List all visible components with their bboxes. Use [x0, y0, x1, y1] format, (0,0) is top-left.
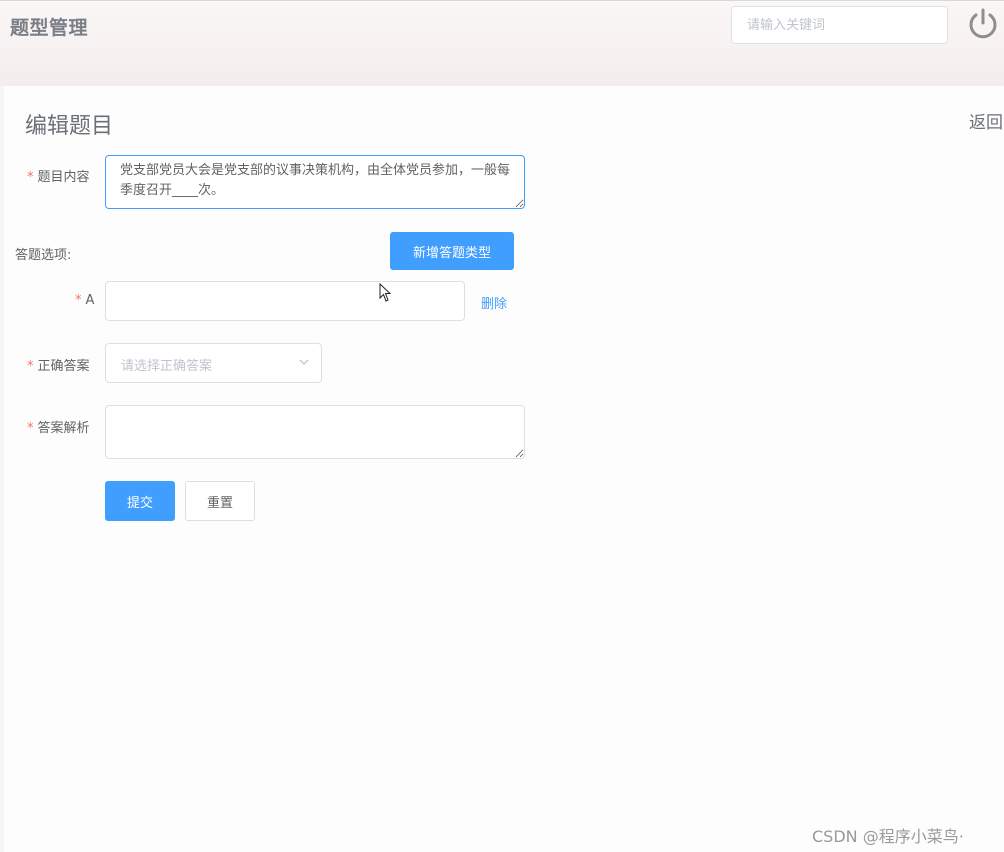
question-content-textarea[interactable]: 党支部党员大会是党支部的议事决策机构，由全体党员参加，一般每季度召开____次。	[105, 155, 525, 209]
add-answer-type-button[interactable]: 新增答题类型	[390, 232, 514, 270]
correct-answer-label-text: 正确答案	[37, 359, 90, 374]
required-mark: *	[75, 293, 82, 308]
keyword-search-input[interactable]	[731, 6, 948, 44]
reset-button[interactable]: 重置	[185, 481, 255, 521]
page-title: 编辑题目	[25, 114, 114, 139]
answer-analysis-label: * 答案解析	[27, 417, 90, 436]
edit-question-panel: 编辑题目 返回 * 题目内容 党支部党员大会是党支部的议事决策机构，由全体党员参加…	[4, 86, 1004, 852]
watermark: CSDN @程序小菜鸟·	[812, 827, 964, 846]
chevron-down-icon	[299, 359, 309, 365]
answer-analysis-label-text: 答案解析	[37, 421, 90, 436]
correct-answer-placeholder: 请选择正确答案	[121, 359, 213, 374]
correct-answer-label: * 正确答案	[27, 355, 90, 374]
required-mark: *	[27, 421, 34, 436]
header-title: 题型管理	[10, 17, 89, 39]
option-a-label-text: A	[85, 293, 95, 308]
correct-answer-select[interactable]: 请选择正确答案	[105, 343, 322, 383]
top-header: 题型管理	[0, 0, 1004, 86]
delete-option-a-button[interactable]: 删除	[481, 293, 507, 312]
power-icon[interactable]	[966, 7, 1000, 41]
required-mark: *	[27, 170, 34, 185]
mouse-cursor-icon	[379, 283, 392, 302]
option-a-input[interactable]	[105, 281, 465, 321]
question-content-label-text: 题目内容	[37, 170, 90, 185]
option-a-label: * A	[75, 293, 94, 308]
question-content-label: * 题目内容	[27, 166, 90, 185]
required-mark: *	[27, 359, 34, 374]
answer-analysis-textarea[interactable]	[105, 405, 525, 459]
answer-options-label: 答题选项:	[15, 248, 72, 263]
back-link[interactable]: 返回	[969, 108, 1003, 133]
submit-button[interactable]: 提交	[105, 481, 175, 521]
